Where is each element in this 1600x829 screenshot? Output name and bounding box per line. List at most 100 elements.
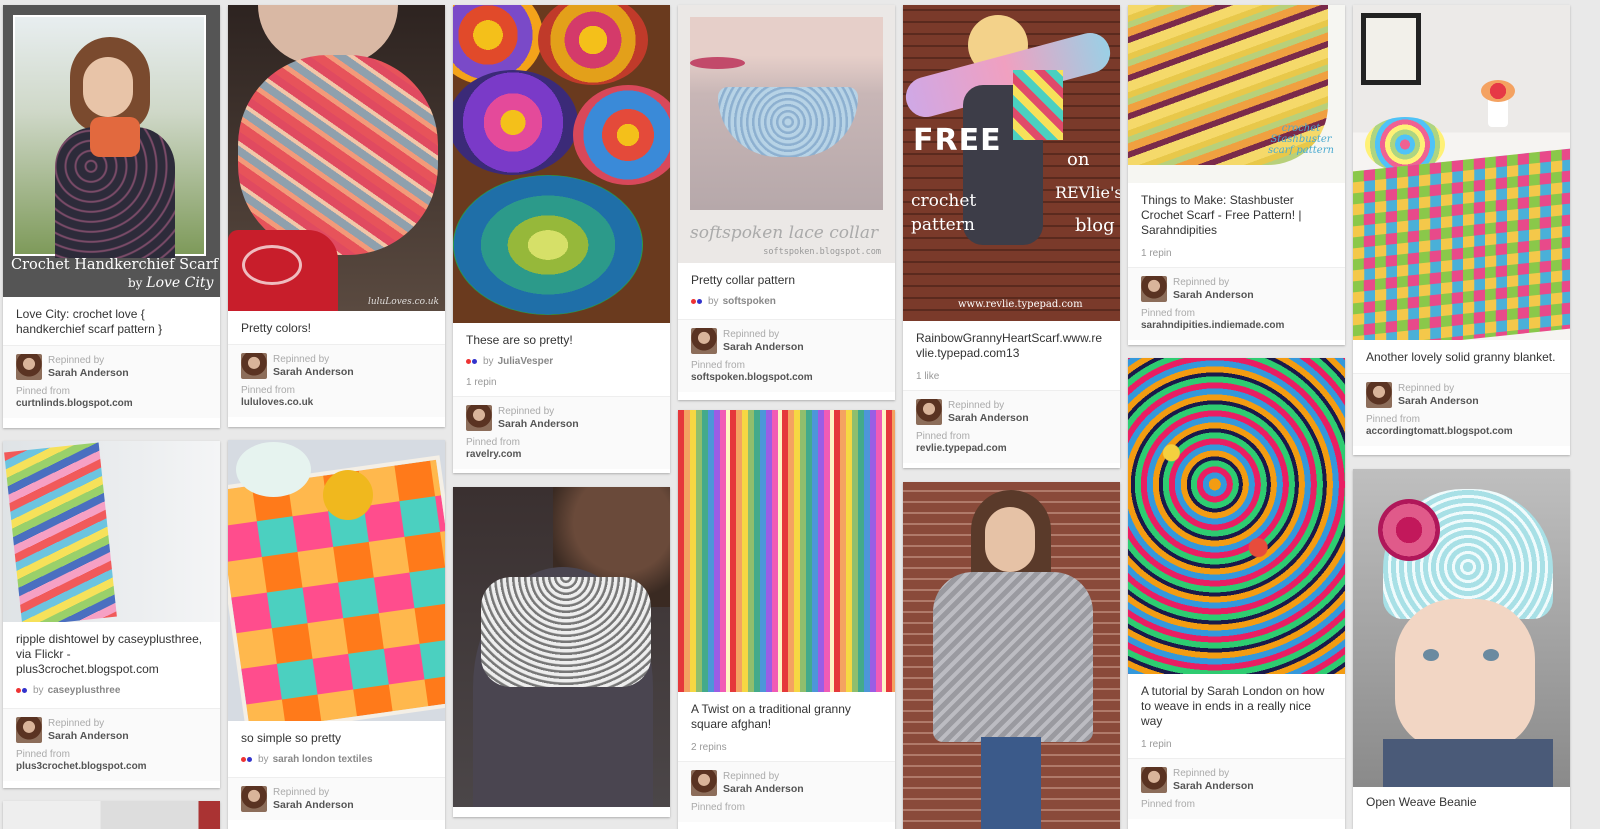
pin-image[interactable]: softspoken lace collar softspoken.blogsp… xyxy=(678,5,895,263)
repinned-by-user[interactable]: Sarah Anderson xyxy=(498,418,579,430)
pin-attribution: Repinned by Sarah Anderson Pinned from sar… xyxy=(1128,267,1345,340)
pin-description: ripple dishtowel by caseyplusthree, via … xyxy=(16,632,203,676)
pin-description: Things to Make: Stashbuster Crochet Scar… xyxy=(1141,193,1302,237)
repinned-by-user[interactable]: Sarah Anderson xyxy=(948,412,1029,424)
avatar[interactable] xyxy=(1141,767,1167,793)
via-user-link[interactable]: sarah london textiles xyxy=(273,754,373,765)
pin-card[interactable] xyxy=(3,801,220,829)
pin-card[interactable]: A Twist on a traditional granny square a… xyxy=(678,410,895,829)
pin-card[interactable]: Open Weave Beanie xyxy=(1353,469,1570,829)
overlay-url: www.revlie.typepad.com xyxy=(958,299,1083,310)
pin-stats: 2 repins xyxy=(691,742,727,753)
pin-source-link[interactable]: curtnlinds.blogspot.com xyxy=(16,398,207,410)
pin-attribution: Repinned by Sarah Anderson Pinned from acc… xyxy=(1353,373,1570,446)
overlay-blog: blog xyxy=(1075,215,1115,236)
via-user-link[interactable]: softspoken xyxy=(723,296,776,307)
pin-image[interactable] xyxy=(3,801,220,829)
pin-card[interactable]: crochet Stashbuster scarf pattern Things… xyxy=(1128,5,1345,345)
repinned-by-user[interactable]: Sarah Anderson xyxy=(723,783,804,795)
overlay-crochet: crochet xyxy=(911,191,977,211)
pin-description: Another lovely solid granny blanket. xyxy=(1366,350,1556,364)
pin-image[interactable]: FREE crochet pattern on REVlie's blog ww… xyxy=(903,5,1120,321)
via-user-link[interactable]: caseyplusthree xyxy=(48,685,121,696)
repinned-by-user[interactable]: Sarah Anderson xyxy=(1173,289,1254,301)
pin-card[interactable]: These are so pretty! by JuliaVesper 1 rep… xyxy=(453,5,670,473)
overlay-text: crochet Stashbuster scarf pattern xyxy=(1268,123,1334,156)
pin-card[interactable] xyxy=(903,482,1120,829)
pin-description: Open Weave Beanie xyxy=(1366,795,1477,809)
avatar[interactable] xyxy=(916,399,942,425)
pinner-dots-icon xyxy=(241,757,252,762)
pin-attribution: Repinned by Sarah Anderson Pinned from lul… xyxy=(228,344,445,417)
pin-card[interactable]: Crochet Handkerchief Scarf by Love City … xyxy=(3,5,220,428)
pin-source-link[interactable]: sarahndipities.indiemade.com xyxy=(1141,320,1332,332)
pin-image[interactable] xyxy=(678,410,895,692)
pin-image[interactable] xyxy=(1128,358,1345,674)
avatar[interactable] xyxy=(241,353,267,379)
pin-source-link[interactable]: revlie.typepad.com xyxy=(916,443,1107,455)
repinned-by-user[interactable]: Sarah Anderson xyxy=(1398,395,1479,407)
pin-attribution: Repinned by Sarah Anderson Pinned from rav… xyxy=(453,396,670,469)
pin-image[interactable] xyxy=(3,441,220,622)
pin-via: by sarah london textiles xyxy=(228,754,445,769)
pin-source-link[interactable]: lululoves.co.uk xyxy=(241,397,432,409)
avatar[interactable] xyxy=(691,770,717,796)
pin-image[interactable] xyxy=(903,482,1120,829)
pin-description: so simple so pretty xyxy=(241,731,342,745)
pin-card[interactable]: A tutorial by Sarah London on how to wea… xyxy=(1128,358,1345,829)
pinner-dots-icon xyxy=(466,359,477,364)
pin-image[interactable] xyxy=(1353,469,1570,787)
overlay-brand: Love City xyxy=(146,275,214,291)
avatar[interactable] xyxy=(1366,382,1392,408)
avatar[interactable] xyxy=(1141,276,1167,302)
pin-source-link[interactable]: accordingtomatt.blogspot.com xyxy=(1366,426,1557,438)
pin-attribution: Repinned by Sarah Anderson Pinned from cur… xyxy=(3,345,220,418)
repinned-by-user[interactable]: Sarah Anderson xyxy=(723,341,804,353)
repinned-by-user[interactable]: Sarah Anderson xyxy=(1173,780,1254,792)
pin-card[interactable]: ripple dishtowel by caseyplusthree, via … xyxy=(3,441,220,788)
repinned-by-user[interactable]: Sarah Anderson xyxy=(273,799,354,811)
pin-source-link[interactable]: softspoken.blogspot.com xyxy=(691,372,882,384)
pin-card[interactable]: so simple so pretty by sarah london texti… xyxy=(228,440,445,829)
pin-image[interactable] xyxy=(1353,5,1570,340)
pin-image[interactable]: Crochet Handkerchief Scarf by Love City xyxy=(3,5,220,297)
pin-image[interactable]: luluLoves.co.uk xyxy=(228,5,445,311)
repinned-by-user[interactable]: Sarah Anderson xyxy=(48,730,129,742)
pin-attribution: Repinned by Sarah Anderson xyxy=(228,777,445,820)
watermark: luluLoves.co.uk xyxy=(367,297,439,307)
pin-card[interactable] xyxy=(453,487,670,817)
overlay-pattern: pattern xyxy=(911,215,975,235)
pin-image[interactable] xyxy=(453,487,670,807)
overlay-on: on xyxy=(1067,149,1090,170)
pin-description: Love City: crochet love { handkerchief s… xyxy=(16,307,163,336)
pin-description: Pretty collar pattern xyxy=(691,273,796,287)
pin-description: These are so pretty! xyxy=(466,333,573,347)
pin-image[interactable] xyxy=(228,440,445,721)
pin-source-link[interactable]: plus3crochet.blogspot.com xyxy=(16,761,207,773)
pin-attribution: Repinned by Sarah Anderson Pinned from rev… xyxy=(903,390,1120,463)
repinned-by-user[interactable]: Sarah Anderson xyxy=(273,366,354,378)
pinner-dots-icon xyxy=(691,299,702,304)
pin-card[interactable]: softspoken lace collar softspoken.blogsp… xyxy=(678,5,895,400)
pin-card[interactable]: Another lovely solid granny blanket. Rep… xyxy=(1353,5,1570,455)
via-user-link[interactable]: JuliaVesper xyxy=(498,356,554,367)
pin-stats: 1 repin xyxy=(1141,248,1172,259)
pin-card[interactable]: luluLoves.co.uk Pretty colors! Repinned … xyxy=(228,5,445,427)
pin-attribution: Repinned by Sarah Anderson Pinned from sof… xyxy=(678,319,895,392)
avatar[interactable] xyxy=(466,405,492,431)
pin-description: RainbowGrannyHeartScarf.www.revlie.typep… xyxy=(916,331,1103,360)
pin-image[interactable]: crochet Stashbuster scarf pattern xyxy=(1128,5,1345,183)
pin-stats: 1 repin xyxy=(466,377,497,388)
repinned-by-user[interactable]: Sarah Anderson xyxy=(48,367,129,379)
pin-source-link[interactable]: ravelry.com xyxy=(466,449,657,461)
avatar[interactable] xyxy=(241,786,267,812)
overlay-free: FREE xyxy=(913,123,1002,158)
pin-card[interactable]: FREE crochet pattern on REVlie's blog ww… xyxy=(903,5,1120,468)
pin-image[interactable] xyxy=(453,5,670,323)
avatar[interactable] xyxy=(16,354,42,380)
avatar[interactable] xyxy=(691,328,717,354)
pin-description: Pretty colors! xyxy=(241,321,312,335)
pin-stats: 1 repin xyxy=(1141,739,1172,750)
avatar[interactable] xyxy=(16,717,42,743)
overlay-title: Crochet Handkerchief Scarf xyxy=(11,257,219,273)
